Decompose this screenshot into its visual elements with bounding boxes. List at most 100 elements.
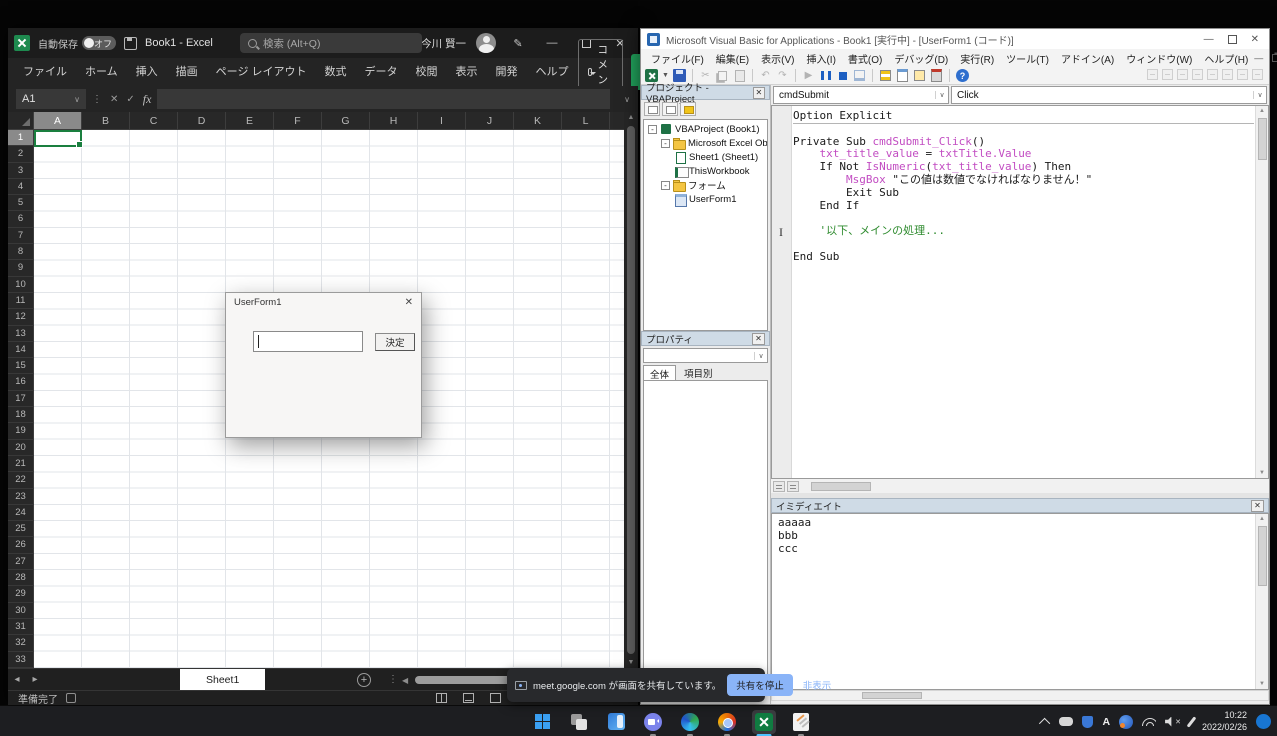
autosave-toggle[interactable]: オフ — [82, 36, 116, 50]
selected-cell-a1[interactable] — [34, 130, 82, 147]
project-explorer-header[interactable]: プロジェクト - VBAProject ✕ — [641, 85, 770, 100]
stop-sharing-button[interactable]: 共有を停止 — [727, 674, 793, 696]
procedure-view-icon[interactable] — [773, 481, 785, 492]
ink-icon[interactable]: ✎ — [506, 31, 530, 55]
column-header-H[interactable]: H — [370, 112, 418, 130]
row-header-15[interactable]: 15 — [8, 358, 34, 374]
row-header-7[interactable]: 7 — [8, 228, 34, 244]
taskbar-notepad-icon[interactable] — [789, 710, 813, 734]
minimize-button[interactable]: — — [540, 31, 564, 55]
row-header-12[interactable]: 12 — [8, 309, 34, 325]
notification-badge[interactable] — [1256, 714, 1271, 729]
code-scroll-up-icon[interactable]: ▲ — [1256, 106, 1268, 114]
row-header-8[interactable]: 8 — [8, 244, 34, 260]
row-header-19[interactable]: 19 — [8, 423, 34, 439]
taskbar-widgets-icon[interactable] — [604, 710, 628, 734]
ribbon-tab-6[interactable]: データ — [356, 58, 407, 86]
row-header-29[interactable]: 29 — [8, 586, 34, 602]
vba-menu-1[interactable]: 編集(E) — [710, 51, 755, 66]
taskbar-excel-icon[interactable] — [752, 710, 776, 734]
break-icon[interactable] — [819, 69, 832, 82]
name-box-dropdown-icon[interactable]: ∨ — [74, 95, 80, 104]
ribbon-tab-1[interactable]: ホーム — [76, 58, 127, 86]
code-vertical-scrollbar[interactable]: ▲ ▼ — [1255, 106, 1268, 478]
row-header-27[interactable]: 27 — [8, 554, 34, 570]
taskbar-chat-icon[interactable] — [641, 710, 665, 734]
select-all-corner[interactable] — [8, 112, 34, 130]
insert-function-icon[interactable]: fx — [143, 92, 152, 107]
page-break-view-icon[interactable] — [490, 693, 501, 703]
vba-menu-6[interactable]: 実行(R) — [954, 51, 1000, 66]
row-header-30[interactable]: 30 — [8, 603, 34, 619]
code-window[interactable]: Option ExplicitPrivate Sub cmdSubmit_Cli… — [771, 105, 1269, 479]
hide-button[interactable]: 非表示 — [799, 674, 836, 696]
row-header-5[interactable]: 5 — [8, 195, 34, 211]
sheet-tab-sheet1[interactable]: Sheet1 — [180, 669, 265, 691]
tree-node[interactable]: UserForm1 — [644, 192, 767, 206]
ribbon-tab-2[interactable]: 挿入 — [127, 58, 167, 86]
code-scroll-down-icon[interactable]: ▼ — [1256, 468, 1268, 476]
event-dropdown[interactable]: Click ∨ — [951, 86, 1267, 104]
code-text[interactable]: Option ExplicitPrivate Sub cmdSubmit_Cli… — [793, 110, 1254, 264]
volume-muted-icon[interactable]: ✕ — [1165, 717, 1181, 727]
vba-menu-10[interactable]: ヘルプ(H) — [1198, 51, 1254, 66]
undo-icon[interactable]: ↶ — [759, 69, 772, 82]
tree-node[interactable]: Sheet1 (Sheet1) — [644, 150, 767, 164]
ribbon-tab-0[interactable]: ファイル — [14, 58, 76, 86]
column-header-K[interactable]: K — [514, 112, 562, 130]
toolbox-icon[interactable] — [930, 69, 943, 82]
properties-list-empty[interactable] — [643, 380, 768, 693]
tree-node[interactable]: -VBAProject (Book1) — [644, 122, 767, 136]
row-header-18[interactable]: 18 — [8, 407, 34, 423]
row-header-31[interactable]: 31 — [8, 619, 34, 635]
tray-app-icon-3[interactable] — [1119, 715, 1133, 729]
enter-icon[interactable]: ✓ — [126, 94, 134, 105]
vba-menu-8[interactable]: アドイン(A) — [1055, 51, 1120, 66]
row-header-17[interactable]: 17 — [8, 391, 34, 407]
add-sheet-button[interactable]: + — [357, 673, 371, 687]
immediate-scroll-up-icon[interactable]: ▲ — [1256, 514, 1268, 522]
vba-minimize-button[interactable]: — — [1204, 34, 1214, 45]
redo-icon[interactable]: ↷ — [776, 69, 789, 82]
immediate-window-header[interactable]: イミディエイト ✕ — [771, 498, 1269, 513]
tree-expander-icon[interactable]: - — [648, 125, 657, 134]
row-header-3[interactable]: 3 — [8, 163, 34, 179]
vba-close-button[interactable]: ✕ — [1251, 34, 1259, 45]
row-header-13[interactable]: 13 — [8, 326, 34, 342]
row-header-14[interactable]: 14 — [8, 342, 34, 358]
vba-menu-5[interactable]: デバッグ(D) — [888, 51, 954, 66]
page-layout-view-icon[interactable] — [463, 693, 474, 703]
immediate-horizontal-scrollbar[interactable] — [771, 690, 1269, 701]
properties-close-icon[interactable]: ✕ — [752, 333, 765, 345]
userform-titlebar[interactable]: UserForm1 ✕ — [226, 293, 421, 311]
hscroll-left-icon[interactable]: ◀ — [402, 676, 408, 685]
formula-bar-expand-icon[interactable]: ∨ — [616, 95, 638, 104]
row-header-32[interactable]: 32 — [8, 635, 34, 651]
clock[interactable]: 10:22 2022/02/26 — [1202, 710, 1247, 733]
properties-window-icon[interactable] — [896, 69, 909, 82]
taskbar-edge-icon[interactable] — [678, 710, 702, 734]
help-icon[interactable]: ? — [956, 69, 969, 82]
event-dropdown-icon[interactable]: ∨ — [1253, 91, 1266, 99]
mdi-restore-icon[interactable] — [1272, 54, 1277, 62]
column-header-E[interactable]: E — [226, 112, 274, 130]
userform-close-icon[interactable]: ✕ — [405, 297, 413, 308]
view-object-icon[interactable] — [662, 102, 678, 116]
tree-node[interactable]: -フォーム — [644, 178, 767, 192]
column-header-C[interactable]: C — [130, 112, 178, 130]
taskbar-start-icon[interactable] — [530, 710, 554, 734]
column-header-G[interactable]: G — [322, 112, 370, 130]
project-explorer-icon[interactable] — [879, 69, 892, 82]
ribbon-tab-9[interactable]: 開発 — [487, 58, 527, 86]
userform-textbox[interactable] — [253, 331, 363, 352]
run-icon[interactable]: ▶ — [802, 69, 815, 82]
accessibility-icon[interactable] — [66, 693, 76, 703]
row-header-22[interactable]: 22 — [8, 472, 34, 488]
immediate-scroll-down-icon[interactable]: ▼ — [1256, 679, 1268, 687]
ribbon-tab-5[interactable]: 数式 — [316, 58, 356, 86]
user-avatar[interactable] — [476, 33, 496, 53]
row-header-11[interactable]: 11 — [8, 293, 34, 309]
row-header-25[interactable]: 25 — [8, 521, 34, 537]
design-mode-icon[interactable] — [853, 69, 866, 82]
row-header-23[interactable]: 23 — [8, 489, 34, 505]
